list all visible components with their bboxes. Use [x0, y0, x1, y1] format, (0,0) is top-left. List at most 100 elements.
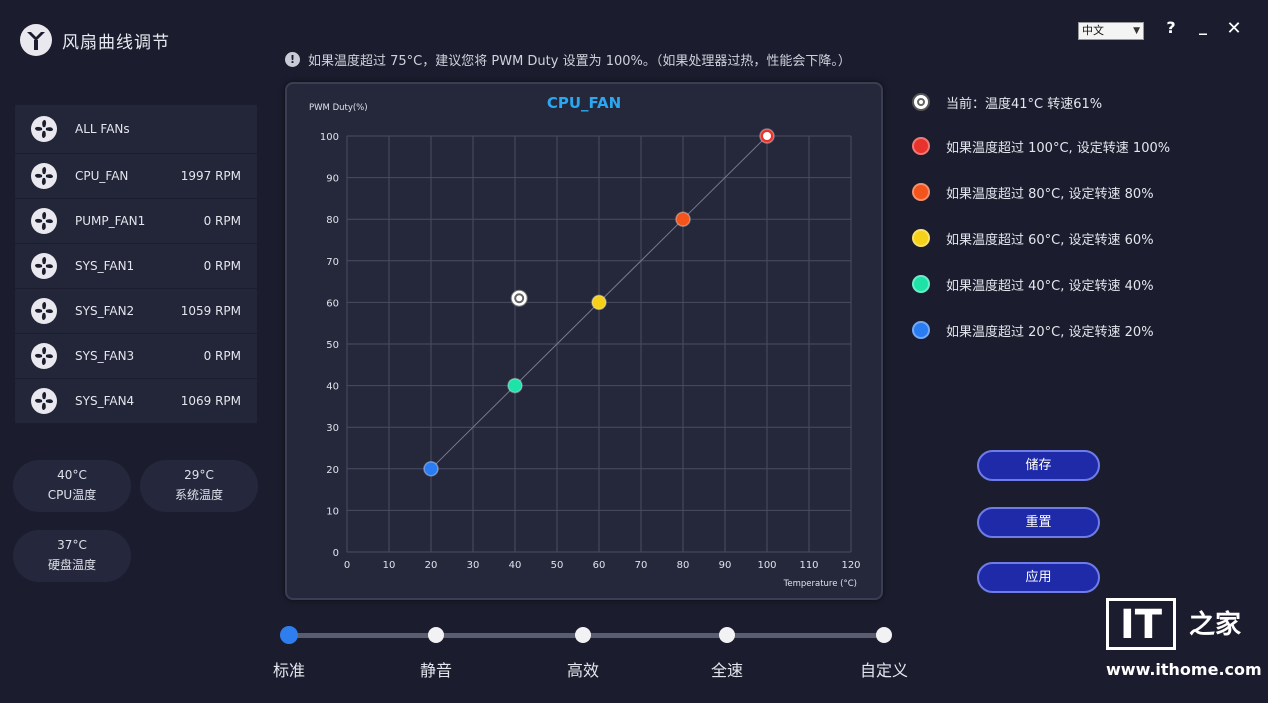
fan-rpm: 0 RPM: [203, 259, 241, 273]
fan-curve-chart[interactable]: 0 10 20 30 40 50 60 70 80 90 100 110 120 0 10 20 30 40 50 6…: [287, 84, 881, 598]
curve-point[interactable]: [507, 377, 523, 394]
minimize-button[interactable]: _: [1193, 16, 1213, 35]
y-tick-label: 100: [320, 132, 339, 143]
fan-icon: [31, 253, 57, 279]
y-tick-label: 10: [326, 506, 339, 517]
system-temp-pill: 29°C 系统温度: [140, 460, 258, 512]
fan-rpm: 1997 RPM: [180, 169, 241, 183]
profile-node-1[interactable]: [428, 627, 444, 643]
current-point-marker: [510, 289, 528, 307]
fan-name: CPU_FAN: [75, 169, 129, 183]
curve-point[interactable]: [423, 461, 439, 477]
fan-name: PUMP_FAN1: [75, 214, 146, 228]
fan-curve-chart-panel: 0 10 20 30 40 50 60 70 80 90 100 110 120 0 10 20 30 40 50 6…: [285, 82, 883, 600]
cpu-temp-value: 40°C: [57, 468, 87, 482]
apply-button[interactable]: 应用: [977, 562, 1100, 593]
profile-node-2[interactable]: [575, 627, 591, 643]
curve-point[interactable]: [591, 294, 607, 311]
fan-name: SYS_FAN3: [75, 349, 135, 363]
y-tick-label: 0: [333, 548, 339, 559]
fan-item-sys-fan2[interactable]: SYS_FAN2 1059 RPM: [15, 289, 257, 333]
system-temp-value: 29°C: [184, 468, 214, 482]
fan-icon: [31, 388, 57, 414]
y-tick-label: 80: [326, 215, 339, 226]
info-icon: !: [285, 52, 300, 67]
cpu-temp-label: CPU温度: [47, 488, 97, 502]
legend-current-text: 当前：温度41°C 转速61%: [946, 96, 1103, 112]
fan-item-cpu-fan[interactable]: CPU_FAN 1997 RPM: [15, 154, 257, 198]
fan-icon: [31, 163, 57, 189]
fan-rpm: 1069 RPM: [180, 394, 241, 408]
notice-text: 如果温度超过 75°C，建议您将 PWM Duty 设置为 100%。（如果处理…: [308, 54, 851, 69]
rule-color-dot: [912, 275, 930, 293]
profile-node-4[interactable]: [876, 627, 892, 643]
fan-icon: [31, 343, 57, 369]
fan-item-sys-fan3[interactable]: SYS_FAN3 0 RPM: [15, 334, 257, 378]
chart-title: CPU_FAN: [547, 94, 621, 112]
current-point-icon: [912, 93, 930, 111]
profile-label[interactable]: 高效: [567, 657, 599, 681]
legend-rule-text: 如果温度超过 100°C, 设定转速 100%: [946, 140, 1171, 156]
profile-node-0[interactable]: [280, 626, 298, 644]
cpu-temp-pill: 40°C CPU温度: [13, 460, 131, 512]
app-title: 风扇曲线调节: [62, 33, 170, 53]
profile-label[interactable]: 全速: [711, 657, 743, 681]
disk-temp-value: 37°C: [57, 538, 87, 552]
x-tick-label: 30: [467, 560, 480, 571]
reset-button[interactable]: 重置: [977, 507, 1100, 538]
x-axis-label: Temperature (°C): [783, 579, 857, 589]
fan-rpm: 0 RPM: [203, 214, 241, 228]
x-tick-label: 100: [757, 560, 776, 571]
fan-item-all-fans[interactable]: ALL FANs: [15, 105, 257, 153]
x-tick-label: 70: [635, 560, 648, 571]
fan-rpm: 1059 RPM: [180, 304, 241, 318]
legend-rule-text: 如果温度超过 80°C, 设定转速 80%: [946, 186, 1154, 202]
x-tick-label: 60: [593, 560, 606, 571]
profile-node-3[interactable]: [719, 627, 735, 643]
fan-list: ALL FANs CPU_FAN 1997 RPM PUMP_FAN1 0 RPM SYS…: [15, 105, 257, 424]
legend-rule: 如果温度超过 100°C, 设定转速 100%: [912, 136, 1170, 156]
y-axis-label: PWM Duty(%): [309, 103, 368, 113]
chevron-down-icon: ▼: [1133, 26, 1140, 36]
help-button[interactable]: ?: [1161, 18, 1181, 37]
y-tick-label: 60: [326, 298, 339, 309]
language-select[interactable]: 中文 ▼: [1078, 22, 1144, 40]
profile-label[interactable]: 自定义: [860, 657, 908, 681]
fan-item-sys-fan4[interactable]: SYS_FAN4 1069 RPM: [15, 379, 257, 423]
legend-rule: 如果温度超过 60°C, 设定转速 60%: [912, 228, 1170, 248]
legend-current: 当前：温度41°C 转速61%: [912, 92, 1170, 112]
fan-name: SYS_FAN2: [75, 304, 135, 318]
fan-item-sys-fan1[interactable]: SYS_FAN1 0 RPM: [15, 244, 257, 288]
x-tick-label: 120: [841, 560, 860, 571]
fan-icon: [31, 116, 57, 142]
watermark-logo-text: IT: [1119, 602, 1163, 648]
rule-color-dot: [912, 137, 930, 155]
x-tick-label: 20: [425, 560, 438, 571]
x-tick-label: 80: [677, 560, 690, 571]
profile-label[interactable]: 标准: [273, 657, 305, 681]
legend-rule-text: 如果温度超过 60°C, 设定转速 60%: [946, 232, 1154, 248]
curve-point[interactable]: [675, 211, 691, 227]
close-button[interactable]: ✕: [1224, 18, 1244, 39]
fan-curve-window: 风扇曲线调节 中文 ▼ ? _ ✕ ! 如果温度超过 75°C，建议您将 PWM…: [0, 0, 1268, 703]
disk-temp-pill: 37°C 硬盘温度: [13, 530, 131, 582]
app-logo-icon: [20, 24, 52, 56]
y-tick-label: 70: [326, 257, 339, 268]
watermark-url: www.ithome.com: [1106, 660, 1262, 679]
language-value: 中文: [1082, 24, 1104, 37]
x-tick-label: 40: [509, 560, 522, 571]
fan-icon: [31, 208, 57, 234]
watermark-char: 之家: [1188, 610, 1241, 640]
profile-label[interactable]: 静音: [420, 657, 452, 681]
curve-point-highlight: [763, 132, 771, 140]
x-tick-label: 110: [799, 560, 818, 571]
y-tick-label: 40: [326, 382, 339, 393]
y-tick-label: 20: [326, 465, 339, 476]
fan-name: ALL FANs: [75, 122, 130, 136]
rule-color-dot: [912, 229, 930, 247]
fan-item-pump-fan1[interactable]: PUMP_FAN1 0 RPM: [15, 199, 257, 243]
fan-name: SYS_FAN1: [75, 259, 135, 273]
pwm-notice: ! 如果温度超过 75°C，建议您将 PWM Duty 设置为 100%。（如果…: [285, 50, 851, 69]
x-tick-label: 0: [344, 560, 350, 571]
save-button[interactable]: 储存: [977, 450, 1100, 481]
